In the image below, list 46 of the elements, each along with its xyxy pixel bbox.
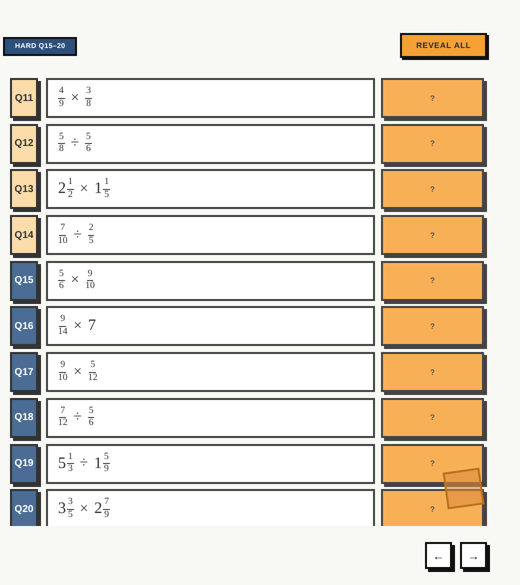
operator: × bbox=[80, 500, 88, 518]
answer-card[interactable]: ? bbox=[381, 352, 484, 392]
operator: ÷ bbox=[74, 409, 82, 426]
operator: ÷ bbox=[74, 226, 82, 244]
previous-button[interactable]: ← bbox=[425, 542, 452, 569]
question-label: Q13 bbox=[10, 169, 38, 210]
reveal-all-button[interactable]: REVEAL ALL bbox=[400, 33, 487, 58]
fraction: 5 8 bbox=[58, 132, 65, 155]
answer-card[interactable]: ? bbox=[381, 124, 484, 164]
fraction: 5 12 bbox=[88, 361, 98, 384]
question-label: Q20 bbox=[10, 489, 38, 526]
question-label: Q11 bbox=[10, 78, 38, 118]
fraction: 3 8 bbox=[85, 87, 92, 109]
next-button[interactable]: → bbox=[460, 542, 487, 569]
operator: × bbox=[70, 272, 80, 290]
answer-card[interactable]: ? bbox=[381, 169, 484, 210]
answer-card[interactable]: ? bbox=[381, 260, 484, 301]
fraction: 4 9 bbox=[58, 87, 65, 109]
question-label: Q18 bbox=[10, 398, 38, 438]
answer-card[interactable]: ? bbox=[381, 489, 484, 526]
whole-number: 7 bbox=[88, 317, 96, 336]
operator: × bbox=[74, 318, 82, 335]
question-label: Q17 bbox=[10, 352, 38, 392]
fraction: 5 6 bbox=[88, 406, 94, 429]
operator: ÷ bbox=[80, 455, 88, 472]
operator: × bbox=[70, 90, 80, 106]
question-label: Q16 bbox=[10, 306, 38, 346]
operator: × bbox=[74, 364, 82, 381]
fraction: 9 10 bbox=[85, 270, 95, 292]
operator: × bbox=[80, 180, 88, 198]
answer-card[interactable]: ? bbox=[381, 215, 484, 256]
fraction: 7 12 bbox=[58, 406, 68, 429]
tilted-tile bbox=[442, 468, 484, 510]
question-label: Q14 bbox=[10, 215, 38, 256]
fraction: 9 10 bbox=[58, 361, 68, 384]
fraction: 5 6 bbox=[84, 132, 92, 155]
question-label: Q15 bbox=[10, 260, 38, 301]
operator: ÷ bbox=[70, 135, 79, 152]
answer-card[interactable]: ? bbox=[381, 398, 484, 438]
fraction: 2 5 bbox=[88, 224, 94, 246]
answer-card[interactable]: ? bbox=[381, 78, 484, 118]
fraction: 9 14 bbox=[58, 315, 68, 338]
fraction: 5 6 bbox=[58, 270, 65, 292]
fraction: 7 10 bbox=[58, 224, 68, 246]
question-label: Q12 bbox=[10, 124, 38, 164]
answer-card[interactable]: ? bbox=[381, 306, 484, 346]
